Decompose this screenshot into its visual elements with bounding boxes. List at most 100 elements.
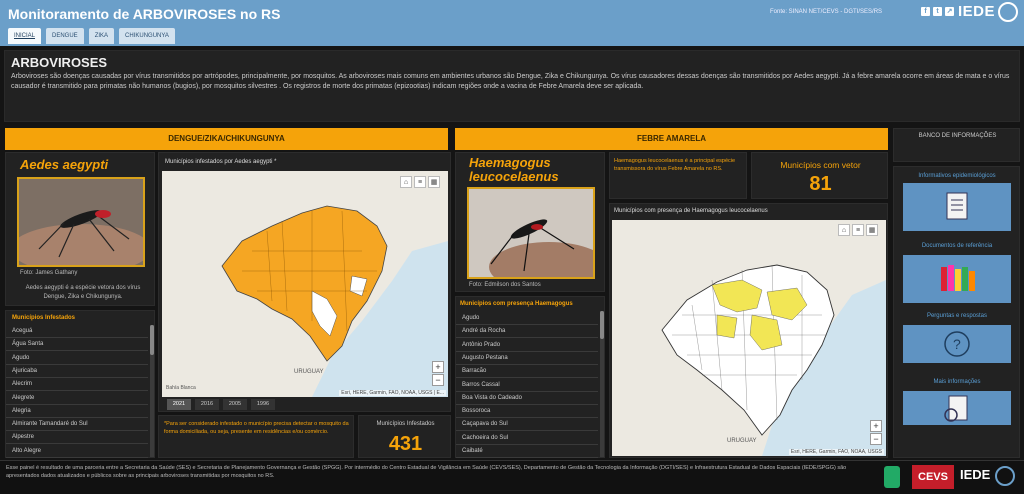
dengue-band: DENGUE/ZIKA/CHIKUNGUNYA <box>5 128 448 150</box>
list-icon[interactable]: ≡ <box>852 224 864 236</box>
sidebar-item-label-documentos[interactable]: Documentos de referência <box>903 243 1011 249</box>
dengue-map-canvas[interactable]: URUGUAY Bahía Blanca <box>162 171 448 397</box>
document-icon <box>946 192 968 220</box>
list-item[interactable]: Aceguá <box>6 325 148 338</box>
zoom-in-button[interactable]: + <box>432 361 444 373</box>
sidebar-item-label-informativos[interactable]: Informativos epidemiológicos <box>903 173 1011 179</box>
infested-count-panel: Municípios Infestados 431 <box>358 415 451 458</box>
list-item[interactable]: Agudo <box>6 352 148 365</box>
sidebar-item-documentos[interactable] <box>903 255 1011 303</box>
zoom-in-button[interactable]: + <box>870 420 882 432</box>
haemagogus-description-panel: Haemagogus leucocelaenus é a principal e… <box>609 152 747 199</box>
uruguay-label: URUGUAY <box>727 438 757 444</box>
list-item[interactable]: Alecrim <box>6 378 148 392</box>
list-item[interactable]: Alto Alegre <box>6 445 148 458</box>
vector-count-panel: Municípios com vetor 81 <box>751 152 888 199</box>
haemagogus-list-title: Municípios com presença Haemagogus <box>460 301 573 307</box>
sidebar-item-mais[interactable] <box>903 391 1011 425</box>
zoom-out-button[interactable]: − <box>870 433 882 445</box>
list-item[interactable]: Barracão <box>456 365 598 379</box>
year-button-2016[interactable]: 2016 <box>195 399 219 410</box>
tab-chikungunya[interactable]: CHIKUNGUNYA <box>119 28 175 44</box>
aedes-description: Aedes aegypti é a espécie vetora dos vír… <box>25 285 141 300</box>
info-document-icon <box>944 395 968 422</box>
aedes-photo <box>11 177 151 274</box>
iede-logo-text: IEDE <box>958 2 996 20</box>
question-icon: ? <box>944 331 970 357</box>
haemagogus-list-scrollbar[interactable] <box>600 311 604 457</box>
tab-inicial[interactable]: INICIAL <box>8 28 42 44</box>
infested-list-scrollbar[interactable] <box>150 325 154 457</box>
scroll-thumb[interactable] <box>150 325 154 355</box>
sidebar-header: BANCO DE INFORMAÇÕES <box>893 128 1020 162</box>
year-button-2021[interactable]: 2021 <box>167 399 191 410</box>
infested-list-title: Municípios Infestados <box>12 315 76 321</box>
twitter-icon[interactable]: t <box>933 7 942 16</box>
haemagogus-photo-credit: Foto: Edmilson dos Santos <box>469 282 541 288</box>
grid-icon[interactable]: ▦ <box>866 224 878 236</box>
globe-icon <box>995 466 1015 486</box>
list-icon[interactable]: ≡ <box>414 176 426 188</box>
list-item[interactable]: Augusto Pestana <box>456 352 598 365</box>
iede-logo[interactable]: IEDE <box>958 2 1019 22</box>
sidebar-item-label-perguntas[interactable]: Perguntas e respostas <box>903 313 1011 319</box>
sidebar-item-label-mais[interactable]: Mais informações <box>903 379 1011 385</box>
vector-count-label: Municípios com vetor <box>780 160 861 170</box>
grid-icon[interactable]: ▦ <box>428 176 440 188</box>
list-item[interactable]: Alegria <box>6 405 148 418</box>
footer: Esse painel é resultado de uma parceria … <box>0 460 1024 494</box>
dengue-map-panel: Municípios infestados por Aedes aegypti … <box>158 152 451 412</box>
scroll-thumb[interactable] <box>600 311 604 339</box>
list-item[interactable]: Boa Vista do Cadeado <box>456 392 598 405</box>
zoom-out-button[interactable]: − <box>432 374 444 386</box>
haemagogus-description: Haemagogus leucocelaenus é a principal e… <box>614 158 736 172</box>
tab-zika[interactable]: ZIKA <box>88 28 115 44</box>
list-item[interactable]: Almirante Tamandaré do Sul <box>6 418 148 432</box>
list-item[interactable]: Ajuricaba <box>6 365 148 378</box>
uruguay-label: URUGUAY <box>294 369 324 375</box>
infested-list-panel: Municípios Infestados Aceguá Água Santa Ag… <box>5 310 155 458</box>
febre-band: FEBRE AMARELA <box>455 128 888 150</box>
intro-panel: ARBOVIROSES Arboviroses são doenças caus… <box>4 50 1020 122</box>
infestation-note: *Para ser considerado infestado o municí… <box>164 421 349 435</box>
febre-map-canvas[interactable]: URUGUAY <box>612 220 886 456</box>
home-icon[interactable]: ⌂ <box>838 224 850 236</box>
svg-text:?: ? <box>953 336 961 352</box>
intro-text: Arboviroses são doenças causadas por vír… <box>11 73 1010 90</box>
febre-map-tools: ⌂ ≡ ▦ <box>838 224 878 236</box>
dengue-map-title: Municípios infestados por Aedes aegypti … <box>165 159 277 165</box>
list-item[interactable]: Caçapava do Sul <box>456 418 598 432</box>
list-item[interactable]: Caibaté <box>456 445 598 458</box>
list-item[interactable]: Bossoroca <box>456 405 598 419</box>
sidebar-item-perguntas[interactable]: ? <box>903 325 1011 363</box>
febre-map-title: Municípios com presença de Haemagogus le… <box>614 208 768 214</box>
mosquito-image <box>11 179 151 274</box>
year-button-2005[interactable]: 2005 <box>223 399 247 410</box>
febre-map[interactable]: URUGUAY ⌂ ≡ ▦ + − Esri, HERE, Garmin, FA… <box>612 220 886 456</box>
list-item[interactable]: Alegrete <box>6 392 148 405</box>
intro-heading: ARBOVIROSES <box>11 55 108 70</box>
list-item[interactable]: Alpestre <box>6 431 148 445</box>
list-item[interactable]: Agudo <box>456 312 598 325</box>
list-item[interactable]: Cachoeira do Sul <box>456 432 598 445</box>
infestation-note-panel: *Para ser considerado infestado o municí… <box>158 415 354 458</box>
year-button-1996[interactable]: 1996 <box>251 399 275 410</box>
tab-dengue[interactable]: DENGUE <box>46 28 84 44</box>
share-icon[interactable]: ↗ <box>945 7 954 16</box>
list-item[interactable]: André da Rocha <box>456 325 598 339</box>
list-item[interactable]: Antônio Prado <box>456 339 598 352</box>
sidebar-panel: Informativos epidemiológicos Documentos … <box>893 166 1020 458</box>
aedes-card: Aedes aegypti Foto: James Gathany Aedes … <box>5 152 155 306</box>
dengue-map[interactable]: URUGUAY Bahía Blanca ⌂ ≡ ▦ + − Esri, HER… <box>162 171 448 397</box>
sidebar-item-informativos[interactable] <box>903 183 1011 231</box>
aedes-species-name: Aedes aegypti <box>20 157 109 172</box>
haemagogus-photo <box>467 187 609 292</box>
list-item[interactable]: Barros Cassal <box>456 379 598 392</box>
cevs-logo: CEVS <box>912 465 954 489</box>
home-icon[interactable]: ⌂ <box>400 176 412 188</box>
facebook-icon[interactable]: f <box>921 7 930 16</box>
mosquito-image <box>469 189 609 292</box>
dengue-map-tools: ⌂ ≡ ▦ <box>400 176 440 188</box>
haemagogus-card: Haemagogus leucocelaenus Foto: Edmilson … <box>455 152 609 292</box>
list-item[interactable]: Água Santa <box>6 338 148 352</box>
